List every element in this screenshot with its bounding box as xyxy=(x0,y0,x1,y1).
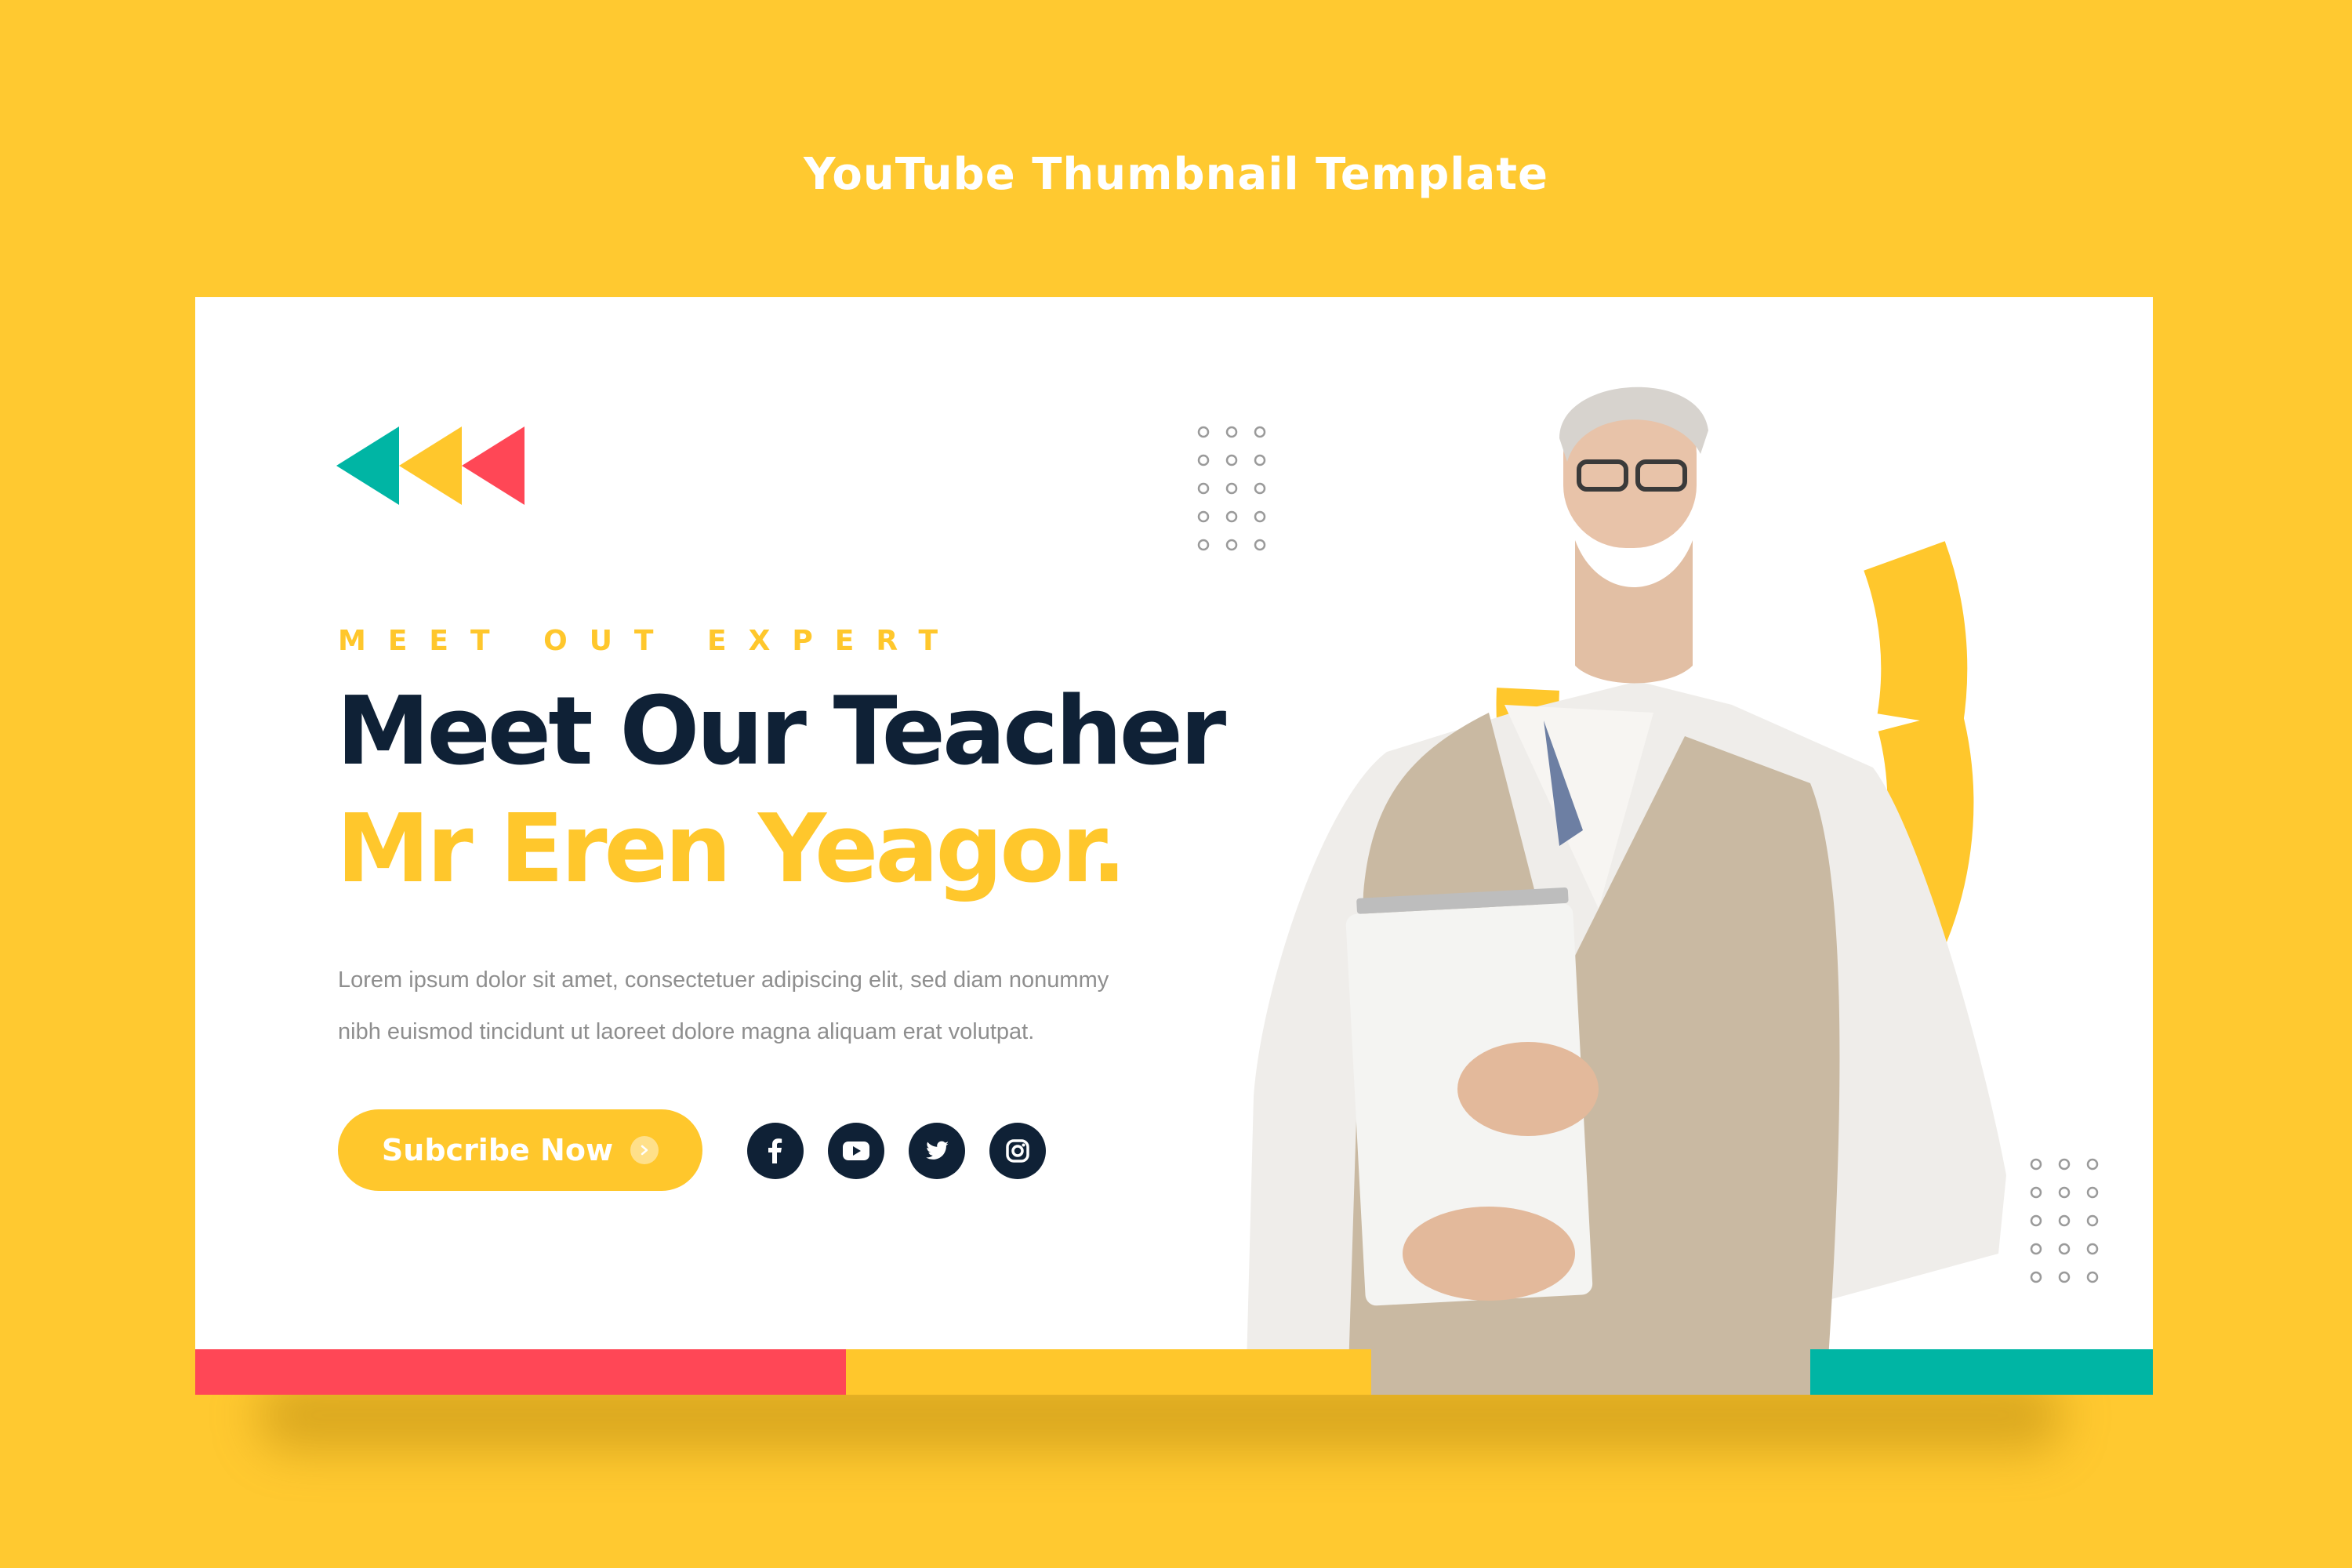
rewind-arrows-icon xyxy=(336,426,524,505)
youtube-icon[interactable] xyxy=(828,1123,884,1179)
social-links xyxy=(747,1123,1046,1179)
eyebrow-label: MEET OUT EXPERT xyxy=(338,625,960,657)
page-title: YouTube Thumbnail Template xyxy=(803,149,1549,200)
facebook-icon[interactable] xyxy=(747,1123,804,1179)
description-line-2: nibh euismod tincidunt ut laoreet dolore… xyxy=(338,1019,1035,1044)
instagram-icon[interactable] xyxy=(989,1123,1046,1179)
description: Lorem ipsum dolor sit amet, consectetuer… xyxy=(338,954,1279,1058)
footer-bar-teal xyxy=(1810,1349,2153,1395)
headline: Meet Our Teacher Mr Eren Yeagor. xyxy=(336,673,1226,909)
footer-bar-red xyxy=(195,1349,846,1395)
subscribe-button[interactable]: Subcribe Now xyxy=(338,1109,702,1191)
headline-line-1: Meet Our Teacher xyxy=(336,677,1226,786)
footer-bar-yellow xyxy=(846,1349,1371,1395)
subscribe-label: Subcribe Now xyxy=(381,1133,614,1167)
chevron-right-icon xyxy=(630,1136,659,1164)
teacher-photo xyxy=(1246,387,2006,1395)
twitter-icon[interactable] xyxy=(909,1123,965,1179)
dot-pattern-bottom xyxy=(2030,1158,2099,1283)
description-line-1: Lorem ipsum dolor sit amet, consectetuer… xyxy=(338,967,1109,993)
thumbnail-card: MEET OUT EXPERT Meet Our Teacher Mr Eren… xyxy=(195,297,2153,1395)
headline-line-2: Mr Eren Yeagor. xyxy=(336,795,1127,904)
